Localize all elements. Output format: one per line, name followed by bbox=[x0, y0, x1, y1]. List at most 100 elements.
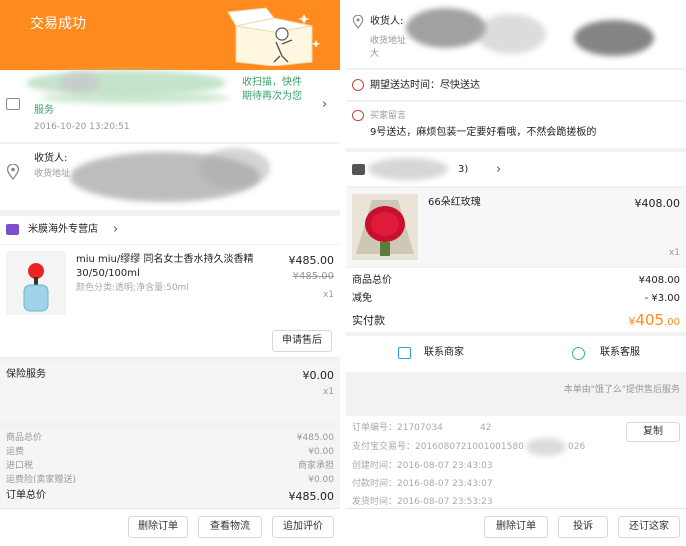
summary-label: 商品总价 bbox=[352, 275, 392, 286]
paid-label: 实付款 bbox=[352, 314, 385, 327]
address-line: 收货地址 bbox=[34, 169, 71, 179]
store-contact-icon bbox=[398, 347, 411, 359]
redacted-blur bbox=[40, 92, 230, 104]
bottom-action-bar: 删除订单 查看物流 追加评价 bbox=[0, 508, 340, 546]
shipped-time: 发货时间：2016-08-07 23:53:23 bbox=[352, 497, 493, 507]
redacted-blur bbox=[406, 8, 486, 48]
logistics-message-2: 期待再次为您 bbox=[242, 91, 302, 102]
contact-merchant-button[interactable]: 联系商家 bbox=[386, 344, 506, 364]
product-title: 66朵红玫瑰 bbox=[428, 197, 481, 208]
product-card[interactable]: 66朵红玫瑰 ¥408.00 x1 bbox=[346, 188, 686, 266]
insurance-quantity: x1 bbox=[322, 387, 334, 397]
product-card[interactable]: miu miu/缪缪 同名女士香水持久淡香精 30/50/100ml 颜色分类:… bbox=[0, 245, 340, 357]
buyer-note-text: 9号送达，麻烦包装一定要好看哦，不然会跪搓板的 bbox=[370, 127, 597, 138]
copy-button[interactable]: 复制 bbox=[626, 422, 680, 442]
product-spec: 颜色分类:透明;净含量:50ml bbox=[76, 283, 189, 293]
redacted-blur bbox=[526, 438, 566, 456]
product-quantity: x1 bbox=[322, 290, 334, 300]
store-icon bbox=[352, 164, 365, 175]
order-detail-right: 收货人: 收货地址 大 期望送达时间：尽快送达 买家留言 9号送达，麻烦包装一定… bbox=[346, 0, 686, 546]
contact-service-button[interactable]: 联系客服 bbox=[564, 344, 684, 364]
product-image bbox=[6, 251, 66, 315]
logistics-message: 收扫描，快件 bbox=[242, 77, 302, 88]
customer-service-icon bbox=[572, 347, 585, 360]
add-review-button[interactable]: 追加评价 bbox=[272, 516, 334, 538]
order-total-value: ¥485.00 bbox=[288, 490, 335, 503]
store-row[interactable]: 米膜海外专营店 › bbox=[0, 216, 340, 244]
recipient-label: 收货人: bbox=[34, 153, 68, 164]
contact-service-label: 联系客服 bbox=[600, 347, 640, 358]
order-info: 订单编号：21707034 42 复制 支付宝交易号：2016080721001… bbox=[346, 416, 686, 508]
paid-amount: ¥405.00 bbox=[628, 312, 680, 328]
status-title: 交易成功 bbox=[30, 16, 86, 32]
summary-value: ¥0.00 bbox=[308, 447, 334, 457]
logistics-icon bbox=[6, 98, 20, 110]
address-card: 收货人: 收货地址 bbox=[0, 144, 340, 210]
chevron-right-icon: › bbox=[496, 162, 502, 177]
summary-label: 运费 bbox=[6, 447, 25, 457]
product-title-2: 30/50/100ml bbox=[76, 268, 140, 279]
summary-label: 进口税 bbox=[6, 461, 34, 471]
summary-value: - ¥3.00 bbox=[644, 293, 680, 304]
complain-button[interactable]: 投诉 bbox=[558, 516, 608, 538]
summary-label: 商品总价 bbox=[6, 433, 43, 443]
delete-order-button[interactable]: 删除订单 bbox=[484, 516, 548, 538]
alipay-number: 支付宝交易号：2016080721001001580 bbox=[352, 442, 524, 452]
contact-row: 联系商家 联系客服 bbox=[346, 336, 686, 372]
summary-row: 运费 ¥0.00 bbox=[0, 448, 340, 462]
summary-value: 商家承担 bbox=[297, 461, 334, 471]
redacted-blur bbox=[476, 14, 546, 54]
buyer-note-title: 买家留言 bbox=[370, 111, 407, 121]
order-number: 订单编号：21707034 bbox=[352, 423, 443, 433]
insurance-card: 保险服务 ¥0.00 x1 bbox=[0, 362, 340, 422]
paid-time: 付款时间：2016-08-07 23:43:07 bbox=[352, 479, 493, 489]
product-quantity: x1 bbox=[668, 248, 680, 258]
address-card: 收货人: 收货地址 大 bbox=[346, 0, 686, 68]
price-summary: 商品总价 ¥408.00 减免 - ¥3.00 实付款 ¥405.00 bbox=[346, 268, 686, 332]
product-price: ¥485.00 bbox=[288, 254, 335, 267]
created-time: 创建时间：2016-08-07 23:43:03 bbox=[352, 461, 493, 471]
alipay-number-tail: 026 bbox=[568, 442, 586, 452]
paid-decimals: .00 bbox=[664, 317, 680, 328]
address-line-2: 大 bbox=[370, 49, 380, 59]
insurance-label: 保险服务 bbox=[6, 369, 46, 380]
view-logistics-button[interactable]: 查看物流 bbox=[198, 516, 262, 538]
insurance-price: ¥0.00 bbox=[302, 369, 335, 382]
clock-icon bbox=[352, 79, 364, 91]
delete-order-button[interactable]: 删除订单 bbox=[128, 516, 188, 538]
logistics-card[interactable]: 收扫描，快件 期待再次为您 服务 2016-10-20 13:20:51 › bbox=[0, 70, 340, 142]
contact-merchant-label: 联系商家 bbox=[424, 347, 464, 358]
logistics-message-3: 服务 bbox=[34, 105, 54, 116]
summary-label: 减免 bbox=[352, 293, 372, 304]
product-image bbox=[352, 194, 418, 260]
reorder-button[interactable]: 还订这家 bbox=[618, 516, 680, 538]
recipient-label: 收货人: bbox=[370, 16, 404, 27]
store-row[interactable]: 3) › bbox=[346, 152, 686, 186]
delivery-time-row: 期望送达时间：尽快送达 bbox=[346, 70, 686, 100]
order-total-label: 订单总价 bbox=[6, 490, 46, 501]
summary-row: 进口税 商家承担 bbox=[0, 462, 340, 476]
product-original-price: ¥485.00 bbox=[292, 271, 334, 282]
product-price: ¥408.00 bbox=[634, 197, 681, 210]
order-total-row: 订单总价 ¥485.00 bbox=[0, 491, 340, 507]
summary-row: 运费险(卖家赠送) ¥0.00 bbox=[0, 476, 340, 490]
redacted-blur bbox=[368, 158, 448, 180]
status-header: 交易成功 bbox=[0, 0, 340, 70]
paid-integer: 405 bbox=[635, 311, 665, 329]
summary-value: ¥485.00 bbox=[296, 433, 334, 443]
logistics-time: 2016-10-20 13:20:51 bbox=[34, 122, 130, 132]
chevron-right-icon: › bbox=[322, 97, 328, 112]
box-illustration-icon bbox=[226, 4, 322, 67]
location-pin-icon bbox=[352, 14, 364, 33]
location-pin-icon bbox=[6, 163, 20, 184]
price-summary: 商品总价 ¥485.00 运费 ¥0.00 进口税 商家承担 运费险(卖家赠送)… bbox=[0, 428, 340, 508]
order-number-tail: 42 bbox=[480, 423, 492, 433]
chevron-right-icon: › bbox=[113, 222, 119, 237]
order-detail-left: 交易成功 收扫描，快件 期待再次为您 服务 2016-10-20 13:20:5… bbox=[0, 0, 340, 546]
summary-label: 运费险(卖家赠送) bbox=[6, 475, 77, 485]
delivery-time-text: 期望送达时间：尽快送达 bbox=[370, 80, 480, 91]
redacted-blur bbox=[60, 72, 100, 94]
store-name-suffix: 3) bbox=[458, 164, 469, 175]
refund-button[interactable]: 申请售后 bbox=[272, 330, 332, 352]
redacted-blur bbox=[200, 148, 270, 188]
